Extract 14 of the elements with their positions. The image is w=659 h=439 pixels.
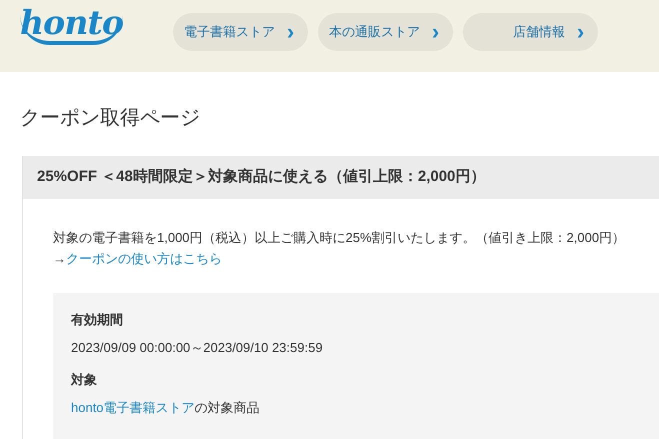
page-title: クーポン取得ページ xyxy=(20,108,201,128)
coupon-description: 対象の電子書籍を1,000円（税込）以上ご購入時に25%割引いたします。（値引き上限：2,000円） xyxy=(53,231,626,244)
store-link[interactable]: honto電子書籍ストア xyxy=(71,400,195,415)
usage-link[interactable]: クーポンの使い方はこちら xyxy=(66,252,222,265)
nav-button[interactable]: 店舗情報 › xyxy=(463,13,598,51)
detail-heading: 対象 xyxy=(71,373,98,386)
nav-button[interactable]: 本の通販ストア › xyxy=(318,13,454,51)
logo[interactable]: honto xyxy=(20,6,124,45)
coupon-title: 25%OFF ＜48時間限定＞対象商品に使える（値引上限：2,000円） xyxy=(37,167,486,188)
detail-heading: 有効期間 xyxy=(71,313,124,326)
arrow-icon: → xyxy=(53,252,66,265)
nav-button[interactable]: 電子書籍ストア › xyxy=(173,13,308,51)
detail-value: 2023/09/09 00:00:00～2023/09/10 23:59:59 xyxy=(71,341,324,354)
detail-value: honto電子書籍ストアの対象商品 xyxy=(71,401,261,414)
